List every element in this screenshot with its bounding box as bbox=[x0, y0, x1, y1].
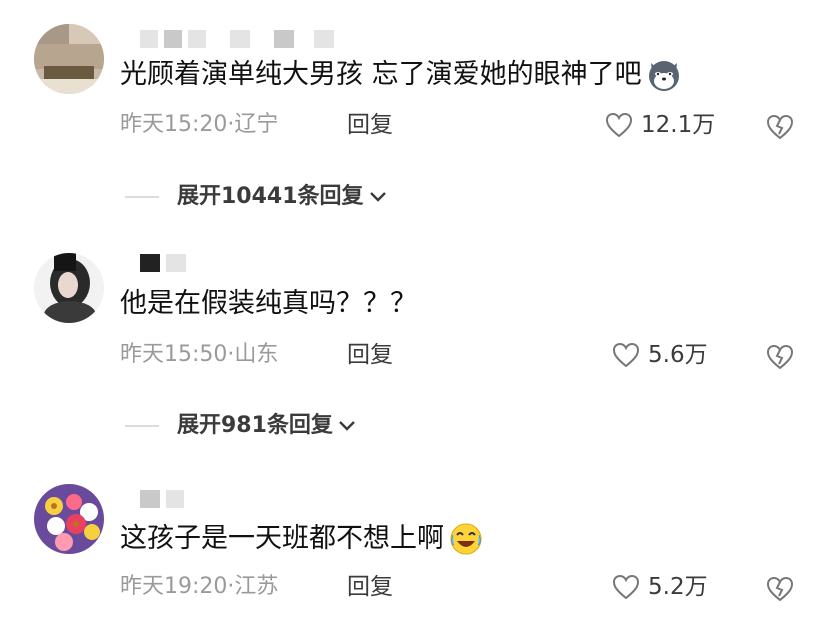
comment-location: 山东 bbox=[234, 342, 279, 367]
comment-text: 这孩子是一天班都不想上啊 bbox=[120, 521, 484, 557]
comment-time: 昨天19:20 bbox=[120, 574, 228, 599]
expand-replies-button[interactable]: 展开10441条回复 bbox=[125, 182, 388, 212]
redaction-block bbox=[164, 30, 182, 48]
like-count: 12.1万 bbox=[641, 112, 716, 138]
reply-button[interactable]: 回复 bbox=[347, 340, 393, 370]
husky-dog-emoji-icon bbox=[648, 61, 679, 91]
comment-text-content: 光顾着演单纯大男孩 忘了演爱她的眼神了吧 bbox=[120, 59, 642, 90]
reply-button[interactable]: 回复 bbox=[347, 110, 393, 140]
reply-button[interactable]: 回复 bbox=[347, 572, 393, 602]
divider-line bbox=[125, 425, 159, 427]
broken-heart-icon[interactable] bbox=[765, 112, 795, 142]
comment-text: 光顾着演单纯大男孩 忘了演爱她的眼神了吧 bbox=[120, 57, 682, 93]
chevron-down-icon bbox=[369, 192, 386, 202]
expand-replies-button[interactable]: 展开981条回复 bbox=[125, 411, 357, 441]
heart-icon bbox=[612, 342, 640, 368]
redaction-block bbox=[314, 30, 334, 48]
chevron-down-icon bbox=[339, 421, 355, 431]
heart-icon bbox=[612, 574, 640, 600]
comment-meta: 昨天15:50·山东 bbox=[120, 340, 278, 370]
redaction-block bbox=[140, 254, 160, 272]
redaction-block bbox=[188, 30, 206, 48]
like-button[interactable]: 5.6万 bbox=[612, 340, 708, 370]
redaction-block bbox=[140, 30, 158, 48]
divider-line bbox=[125, 196, 159, 198]
comment-time: 昨天15:20 bbox=[120, 112, 228, 137]
comment-location: 辽宁 bbox=[234, 112, 279, 137]
avatar[interactable] bbox=[34, 24, 104, 94]
like-count: 5.2万 bbox=[648, 574, 708, 600]
expand-replies-label: 展开10441条回复 bbox=[177, 184, 364, 209]
comment-location: 江苏 bbox=[234, 574, 279, 599]
username-redacted[interactable] bbox=[140, 30, 334, 52]
comment-meta: 昨天19:20·江苏 bbox=[120, 572, 278, 602]
like-button[interactable]: 12.1万 bbox=[605, 110, 715, 140]
comment-time: 昨天15:50 bbox=[120, 342, 228, 367]
comment-meta: 昨天15:20·辽宁 bbox=[120, 110, 278, 140]
like-button[interactable]: 5.2万 bbox=[612, 572, 708, 602]
username-redacted[interactable] bbox=[140, 490, 184, 512]
heart-icon bbox=[605, 112, 633, 138]
avatar[interactable] bbox=[34, 484, 104, 554]
broken-heart-icon[interactable] bbox=[765, 574, 795, 604]
redaction-block bbox=[166, 490, 184, 508]
redaction-block bbox=[166, 254, 186, 272]
redaction-block bbox=[230, 30, 250, 48]
redaction-block bbox=[274, 30, 294, 48]
expand-replies-label: 展开981条回复 bbox=[177, 413, 333, 438]
comment-text-content: 这孩子是一天班都不想上啊 bbox=[120, 523, 444, 554]
broken-heart-icon[interactable] bbox=[765, 342, 795, 372]
avatar[interactable] bbox=[34, 253, 104, 323]
crying-laughing-emoji-icon bbox=[450, 523, 482, 555]
like-count: 5.6万 bbox=[648, 342, 708, 368]
redaction-block bbox=[140, 490, 160, 508]
username-redacted[interactable] bbox=[140, 254, 186, 276]
comment-text-content: 他是在假装纯真吗？？？ bbox=[120, 288, 417, 319]
comment-text: 他是在假装纯真吗？？？ bbox=[120, 286, 417, 322]
